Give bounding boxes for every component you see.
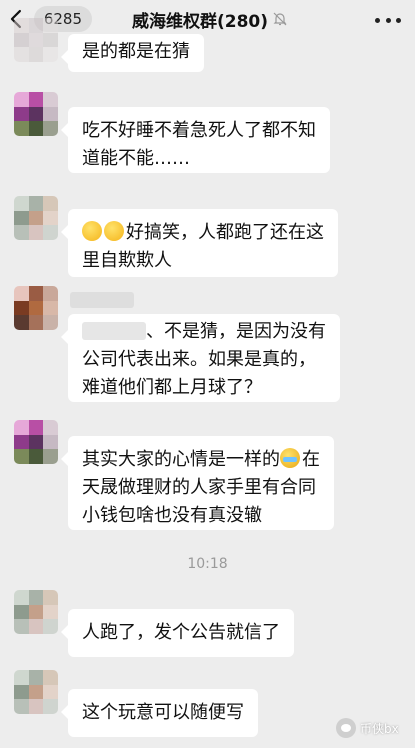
message-bubble[interactable]: 吃不好睡不着急死人了都不知 道能不能…… <box>61 107 330 173</box>
chat-title-area: 威海维权群(280) <box>110 6 310 32</box>
chat-header: 6285 威海维权群(280) <box>0 0 415 40</box>
avatar[interactable] <box>14 18 58 62</box>
avatar[interactable] <box>14 92 58 136</box>
more-options-button[interactable] <box>375 10 401 30</box>
wechat-logo-icon <box>336 718 356 738</box>
message-bubble[interactable]: 人跑了，发个公告就信了 <box>61 609 294 657</box>
message-bubble[interactable]: 好搞笑，人都跑了还在这 里自欺欺人 <box>61 209 338 277</box>
chat-timestamp: 10:18 <box>187 556 228 572</box>
message-bubble[interactable]: 其实大家的心情是一样的 在 天晟做理财的人家手里有合同 小钱包啥也没有真没辙 <box>61 436 334 530</box>
redacted-text <box>82 322 146 340</box>
message-text: 人跑了，发个公告就信了 <box>82 622 280 643</box>
thinking-face-icon <box>104 221 124 241</box>
message-text: 里自欺欺人 <box>82 250 172 271</box>
sender-name <box>70 292 134 308</box>
message-text: 、不是猜，是因为没有 <box>146 321 326 342</box>
message-bubble[interactable]: 是的都是在猜 <box>61 34 204 72</box>
message-text: 道能不能…… <box>82 148 190 169</box>
message-bubble[interactable]: 、不是猜，是因为没有 公司代表出来。如果是真的， 难道他们都上月球了？ <box>61 314 340 402</box>
message-text: 难道他们都上月球了？ <box>82 377 262 398</box>
avatar[interactable] <box>14 420 58 464</box>
message-text: 吃不好睡不着急死人了都不知 <box>82 120 316 141</box>
watermark: 币侠bx <box>336 717 399 739</box>
avatar[interactable] <box>14 196 58 240</box>
message-text: 天晟做理财的人家手里有合同 <box>82 477 316 498</box>
message-text: 公司代表出来。如果是真的， <box>82 349 316 370</box>
avatar[interactable] <box>14 670 58 714</box>
message-text: 其实大家的心情是一样的 <box>82 449 280 470</box>
message-bubble[interactable]: 这个玩意可以随便写 <box>61 689 258 737</box>
message-text: 是的都是在猜 <box>82 41 190 62</box>
mute-bell-icon <box>273 12 287 26</box>
message-text: 这个玩意可以随便写 <box>82 702 244 723</box>
watermark-text: 币侠bx <box>360 721 399 736</box>
message-text: 好搞笑，人都跑了还在这 <box>126 222 324 243</box>
message-text: 小钱包啥也没有真没辙 <box>82 505 262 526</box>
message-text: 在 <box>302 449 320 470</box>
thinking-face-icon <box>82 221 102 241</box>
avatar[interactable] <box>14 590 58 634</box>
chat-title: 威海维权群(280) <box>131 11 269 32</box>
avatar[interactable] <box>14 286 58 330</box>
crying-face-icon <box>280 448 300 468</box>
